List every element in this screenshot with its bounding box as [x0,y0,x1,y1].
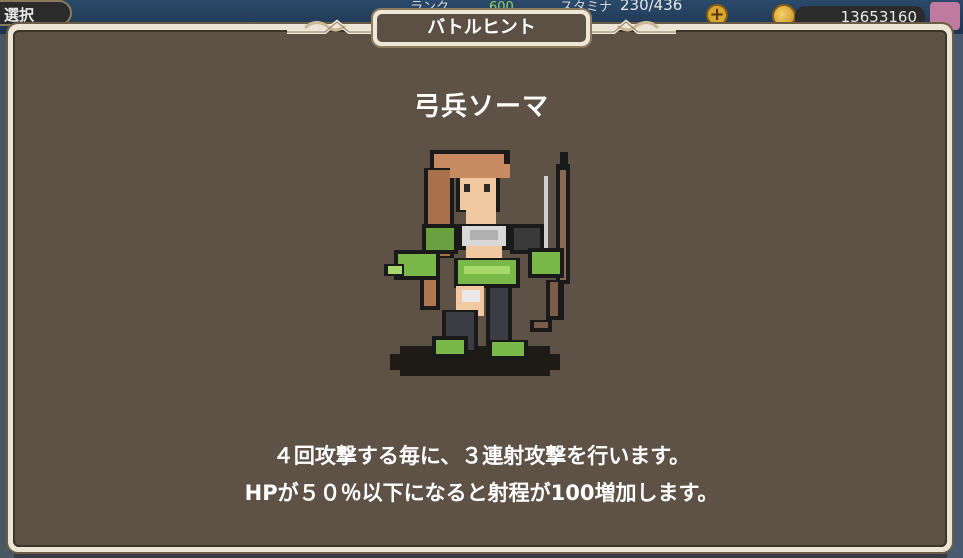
dialog-title-tab: バトルヒント [373,10,590,46]
description-line-2: HPが５０％以下になると射程が100増加します。 [244,481,719,505]
plus-icon: + [709,4,725,25]
archer-sprite [384,150,570,376]
stamina-value: 230/436 [620,0,683,14]
left-ornament-icon [287,19,373,34]
dialog-title: バトルヒント [377,14,586,42]
add-stamina-button[interactable]: + [706,4,728,26]
mode-select-button[interactable]: 選択 [0,0,72,26]
description-line-1: ４回攻撃する毎に、３連射攻撃を行います。 [272,444,691,468]
unit-name: 弓兵ソーマ [413,92,549,122]
hint-description: ４回攻撃する毎に、３連射攻撃を行います。 HPが５０％以下になると射程が100増… [0,438,963,512]
right-ornament-icon [590,19,676,34]
